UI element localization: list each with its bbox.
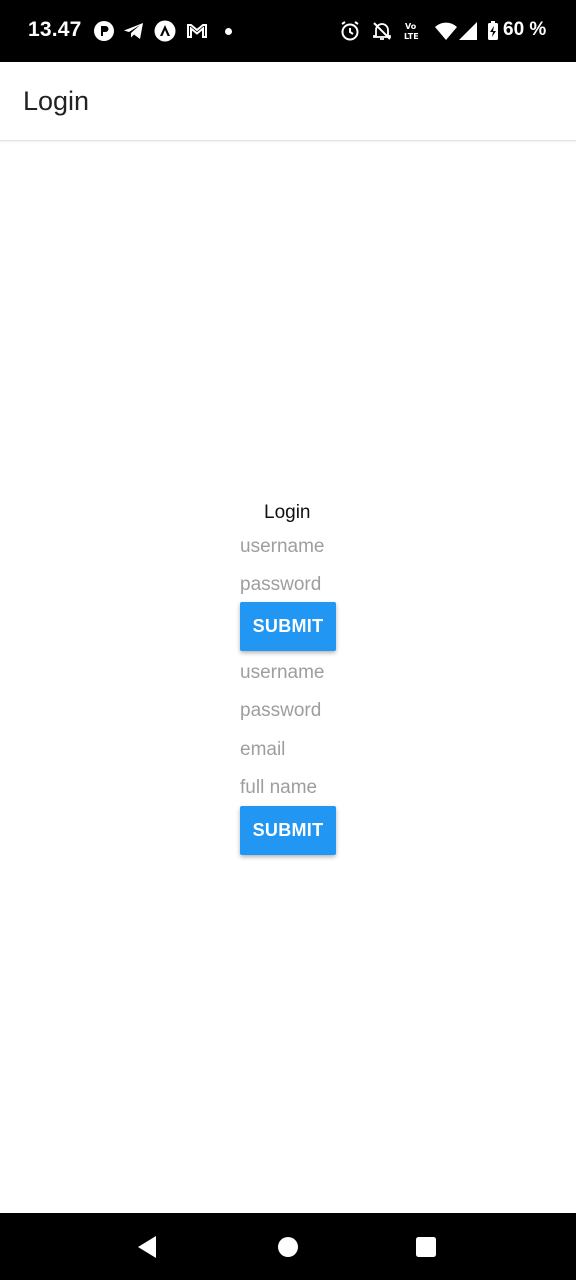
svg-text:Vo: Vo <box>405 22 417 31</box>
register-password-input[interactable] <box>240 696 350 726</box>
notifications-off-icon <box>373 22 391 40</box>
status-time: 13.47 <box>28 18 82 41</box>
login-heading: Login <box>264 502 311 523</box>
battery-icon <box>488 21 498 40</box>
status-bar: 13.47 Vo LTE 60 % <box>0 0 576 62</box>
home-icon[interactable] <box>274 1233 302 1261</box>
login-password-input[interactable] <box>240 570 350 600</box>
svg-text:LTE: LTE <box>404 32 419 41</box>
alarm-icon <box>341 21 359 41</box>
register-email-input[interactable] <box>240 735 350 765</box>
register-fullname-input[interactable] <box>240 773 350 803</box>
app-p-icon <box>94 21 114 41</box>
wifi-icon <box>435 22 457 40</box>
gmail-icon <box>187 24 207 38</box>
register-submit-button[interactable]: SUBMIT <box>240 806 336 855</box>
register-username-input[interactable] <box>240 658 350 688</box>
page-title: Login <box>23 86 90 116</box>
volte-icon: Vo LTE <box>404 22 419 41</box>
back-icon[interactable] <box>134 1233 162 1261</box>
telegram-icon <box>124 23 143 39</box>
app-a-icon <box>154 20 176 42</box>
app-bar: Login <box>0 62 576 141</box>
navigation-bar <box>0 1213 576 1280</box>
battery-percent: 60 % <box>503 19 547 40</box>
login-username-input[interactable] <box>240 532 350 562</box>
signal-icon <box>459 22 477 40</box>
more-notifications-dot <box>225 28 232 35</box>
recents-icon[interactable] <box>412 1233 440 1261</box>
login-submit-button[interactable]: SUBMIT <box>240 602 336 651</box>
